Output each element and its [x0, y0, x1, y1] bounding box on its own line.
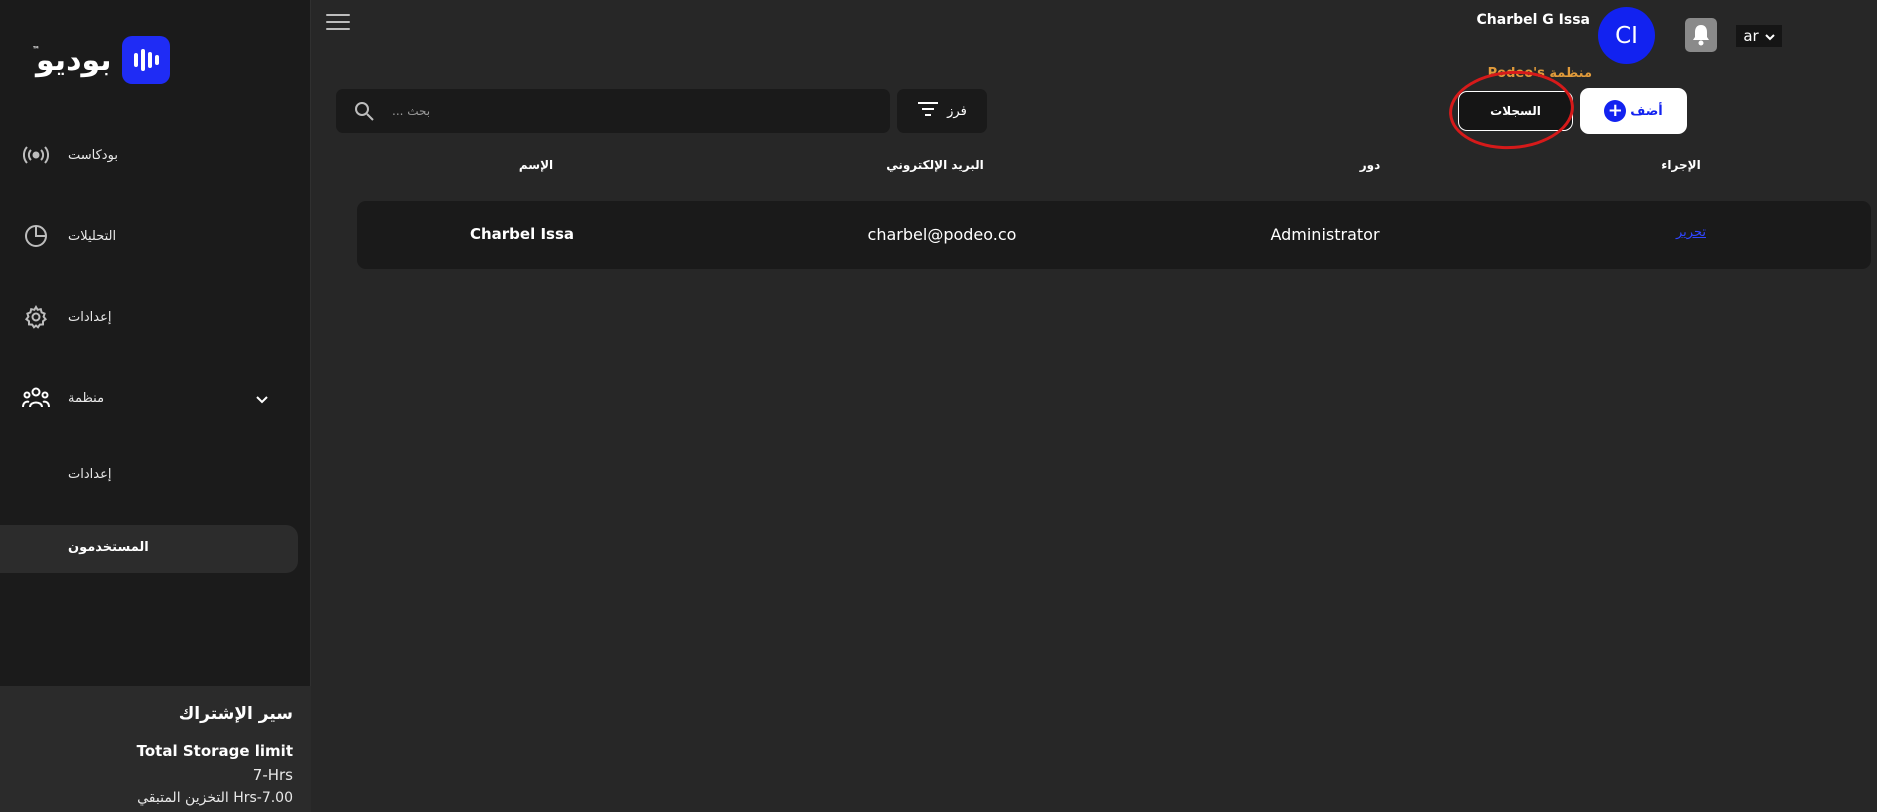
edit-link[interactable]: تحرير: [1656, 225, 1726, 240]
logo-wordmark: ™ بوديو: [32, 42, 112, 78]
logo-trademark: ™: [32, 44, 40, 54]
records-button[interactable]: السجلات: [1458, 91, 1573, 131]
sidebar-item-analytics[interactable]: التحليلات: [22, 221, 116, 251]
user-role: Administrator: [1270, 225, 1380, 244]
search-box: [336, 89, 890, 133]
language-select[interactable]: ar: [1736, 25, 1782, 47]
column-header-action: الإجراء: [1661, 158, 1701, 172]
logo-mark-icon: [121, 36, 170, 84]
column-header-name: الإسم: [518, 158, 554, 172]
organization-label: منظمة Podeo's: [1487, 66, 1592, 81]
storage-hours: 7-Hrs: [252, 766, 293, 784]
sidebar-subitem-label: المستخدمون: [68, 540, 149, 555]
sort-button-label: فرز: [947, 103, 967, 119]
sort-icon: [917, 101, 939, 121]
table-row: تحرير Administrator charbel@podeo.co Cha…: [357, 201, 1871, 269]
language-value: ar: [1743, 27, 1759, 45]
pie-chart-icon: [22, 222, 50, 250]
brand-logo[interactable]: ™ بوديو: [32, 36, 170, 84]
add-button-label: أضف: [1630, 103, 1663, 119]
storage-limit-label: Total Storage limit: [136, 742, 293, 760]
sidebar-item-label: منظمة: [68, 390, 105, 406]
sidebar-item-label: التحليلات: [68, 228, 117, 244]
sidebar-item-settings[interactable]: إعدادات: [22, 302, 111, 332]
notification-bell-icon[interactable]: [1685, 18, 1717, 52]
search-icon: [354, 101, 374, 125]
sidebar-item-label: إعدادات: [68, 309, 112, 325]
broadcast-icon: [22, 141, 50, 169]
column-header-email: البريد الإلكتروني: [886, 158, 984, 172]
sidebar-item-label: بودكاست: [68, 147, 118, 163]
sidebar-subitem-users[interactable]: المستخدمون: [0, 525, 298, 573]
chevron-down-icon[interactable]: [252, 390, 272, 410]
group-icon: [22, 384, 50, 412]
user-name: Charbel G Issa: [1476, 12, 1590, 28]
gear-icon: [22, 303, 50, 331]
menu-toggle-icon[interactable]: [326, 14, 350, 32]
logo-text: بوديو: [36, 42, 112, 78]
sidebar-item-podcasts[interactable]: بودكاست: [22, 140, 118, 170]
user-email: charbel@podeo.co: [867, 225, 1017, 244]
sidebar-item-organization[interactable]: منظمة: [22, 383, 104, 413]
sort-button[interactable]: فرز: [897, 89, 987, 133]
sidebar: ™ بوديو بودكاست التحليلات إعدادات منظمة …: [0, 0, 311, 812]
user-name-cell: Charbel Issa: [469, 225, 575, 243]
subscription-title: سير الإشتراك: [178, 704, 293, 724]
chevron-down-icon: [1764, 27, 1775, 45]
storage-remaining: 7.00-Hrs التخزين المتبقي: [137, 790, 293, 806]
sidebar-subitem-settings[interactable]: إعدادات: [68, 467, 111, 482]
subscription-panel: سير الإشتراك Total Storage limit 7-Hrs 7…: [0, 686, 311, 812]
avatar[interactable]: CI: [1598, 7, 1655, 64]
add-user-button[interactable]: + أضف: [1580, 88, 1687, 134]
plus-icon: +: [1604, 100, 1627, 122]
search-input[interactable]: [390, 99, 870, 123]
column-header-role: دور: [1359, 158, 1381, 172]
